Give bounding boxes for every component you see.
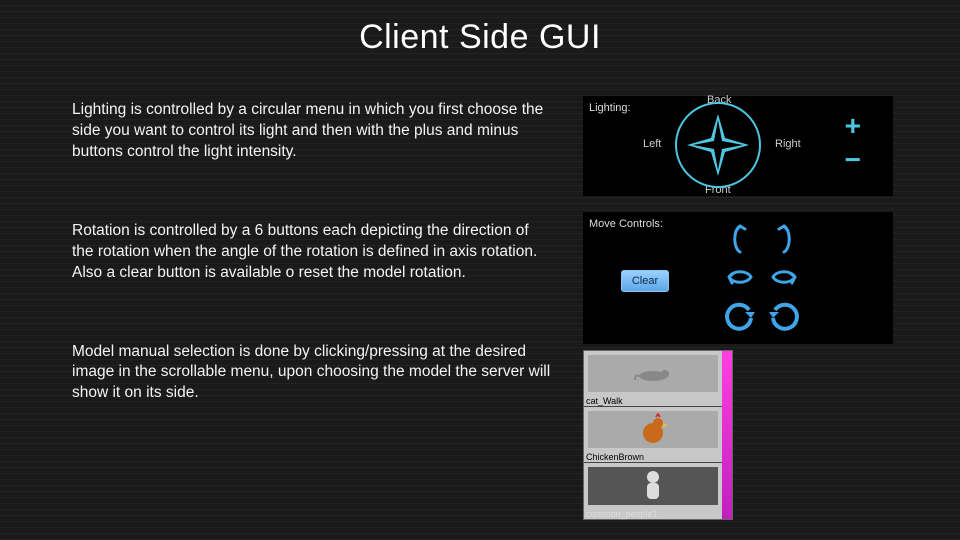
move-controls-label: Move Controls: [589, 218, 663, 230]
rotation-arrows-group [713, 222, 883, 342]
model-item[interactable]: cat_Walk [584, 351, 722, 407]
dir-right-label: Right [775, 138, 801, 150]
model-thumb-cat [588, 355, 718, 392]
model-thumb-chicken [588, 411, 718, 448]
rotate-left-icon[interactable] [723, 260, 757, 294]
model-caption: ChickenBrown [586, 452, 644, 462]
model-thumb-person [588, 467, 718, 505]
rotate-up-cw-icon[interactable] [767, 222, 801, 256]
intensity-plus-button[interactable]: + [845, 110, 861, 142]
rotate-ccw-icon[interactable] [723, 300, 757, 334]
rotate-cw-icon[interactable] [767, 300, 801, 334]
model-caption: common_people1 [586, 509, 658, 519]
lighting-panel: Lighting: Back Left Right Front + − [583, 96, 893, 196]
paragraph-selection: Model manual selection is done by clicki… [72, 342, 552, 405]
clear-button[interactable]: Clear [621, 270, 669, 292]
move-controls-panel: Move Controls: Clear [583, 212, 893, 344]
model-item[interactable]: common_people1 [584, 463, 722, 519]
model-item[interactable]: ChickenBrown [584, 407, 722, 463]
illustrations-column: Lighting: Back Left Right Front + − Move… [583, 96, 903, 520]
model-caption: cat_Walk [586, 396, 623, 406]
rotate-up-ccw-icon[interactable] [723, 222, 757, 256]
slide-title: Client Side GUI [0, 0, 960, 57]
direction-diamond-icon[interactable] [687, 114, 749, 176]
model-selection-list[interactable]: cat_Walk ChickenBrown common_people1 [583, 350, 733, 520]
dir-left-label: Left [643, 138, 661, 150]
intensity-minus-button[interactable]: − [845, 144, 861, 176]
paragraph-lighting: Lighting is controlled by a circular men… [72, 100, 552, 163]
lighting-label: Lighting: [589, 102, 631, 114]
body-text-column: Lighting is controlled by a circular men… [72, 100, 552, 404]
model-list-scrollbar[interactable] [722, 351, 732, 519]
paragraph-rotation: Rotation is controlled by a 6 buttons ea… [72, 221, 552, 284]
rotate-right-icon[interactable] [767, 260, 801, 294]
